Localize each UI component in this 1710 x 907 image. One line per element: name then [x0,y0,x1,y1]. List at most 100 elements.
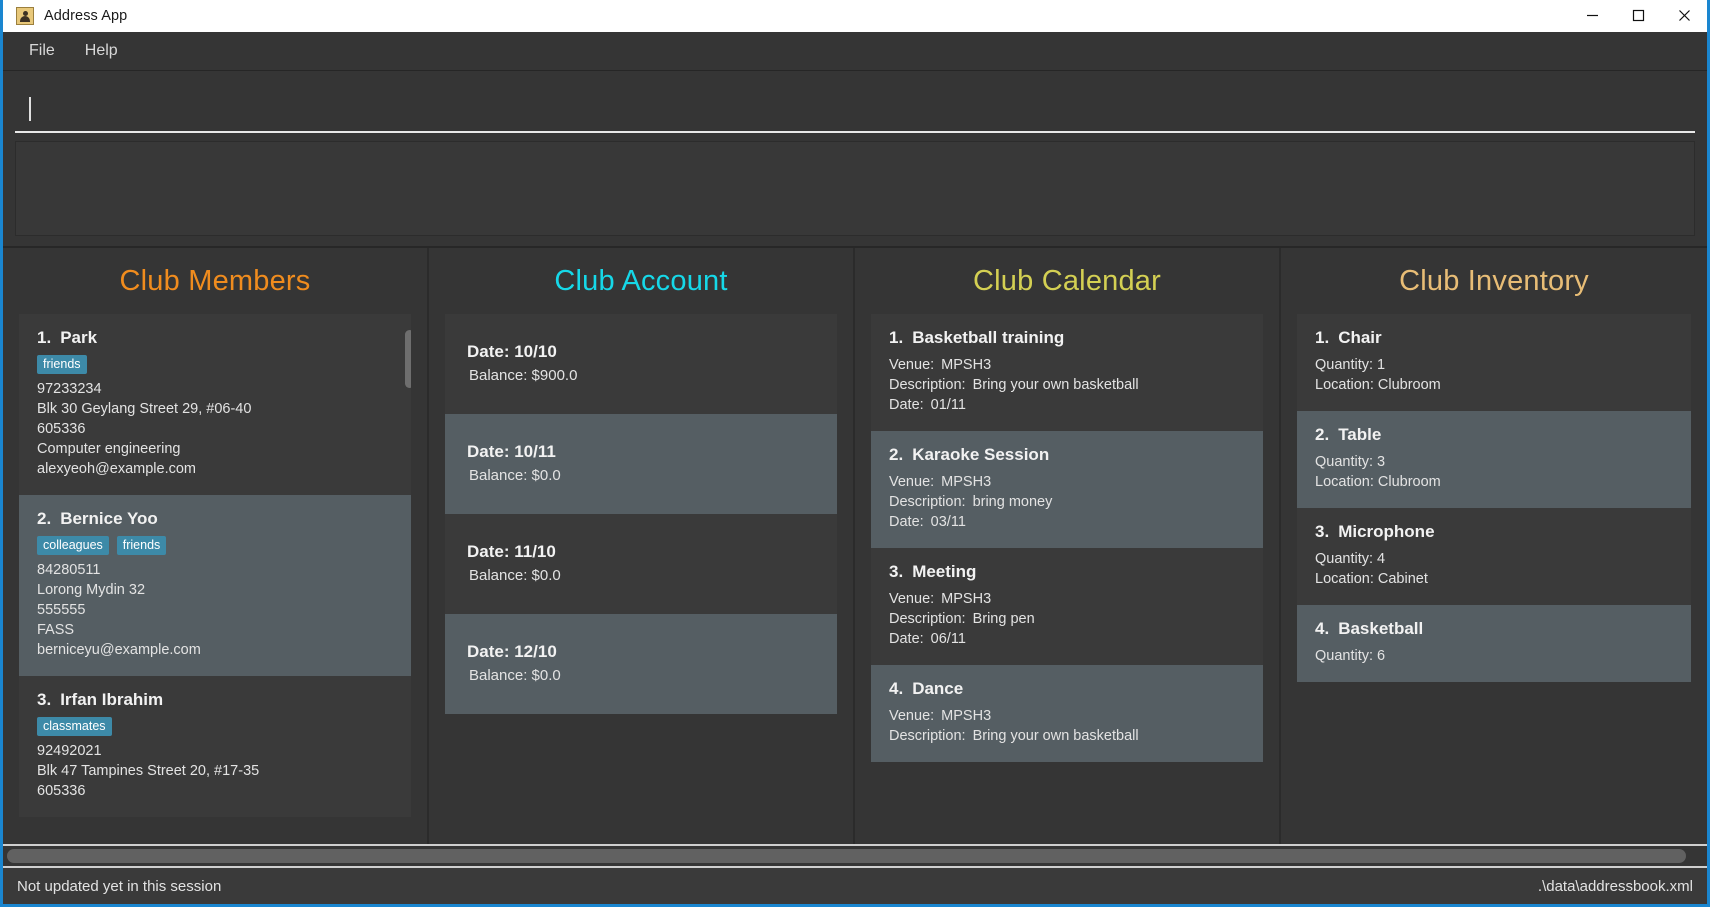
event-venue-value: MPSH3 [941,708,992,724]
list-item[interactable]: Date: 12/10 Balance: $0.0 [445,614,837,714]
maximize-icon[interactable] [1615,0,1661,32]
result-display-container [3,133,1707,246]
account-balance: Balance: $0.0 [469,567,561,584]
item-name-row: 4. Basketball [1315,619,1673,639]
event-venue-label: Venue: [889,591,935,607]
list-item[interactable]: 2. Table Quantity: 3 Location: Clubroom [1297,411,1691,508]
member-name-row: 3. Irfan Ibrahim [37,690,393,710]
list-item[interactable]: Date: 10/11 Balance: $0.0 [445,414,837,514]
command-input[interactable] [15,87,1695,133]
list-item[interactable]: 1. Basketball training Venue: MPSH3 Descri… [871,314,1263,431]
panel-club-inventory: Club Inventory 1. Chair Quantity: 1 Locat… [1281,248,1707,844]
panel-title-club-account: Club Account [554,265,728,297]
event-venue-label: Venue: [889,474,935,490]
panel-club-members: Club Members 1. Park friends 97233234 Blk… [3,248,429,844]
member-tags: colleagues friends [37,536,393,555]
item-quantity: Quantity: 3 [1315,454,1386,470]
event-date: Date: 03/11 [889,512,1245,532]
member-list[interactable]: 1. Park friends 97233234 Blk 30 Geylang S… [19,314,411,844]
event-name: Dance [912,679,964,698]
event-date-value: 03/11 [930,514,966,530]
list-item[interactable]: 2. Bernice Yoo colleagues friends 8428051… [19,495,411,676]
member-list-scrollbar[interactable] [403,314,411,844]
horizontal-scrollbar[interactable] [3,844,1707,866]
list-item[interactable]: 3. Meeting Venue: MPSH3 Description: Bring … [871,548,1263,665]
member-tags: friends [37,355,393,374]
event-venue: Venue: MPSH3 [889,472,1245,492]
panels-row: Club Members 1. Park friends 97233234 Blk… [3,246,1707,844]
event-index: 2. [889,445,904,464]
scrollbar-thumb[interactable] [405,329,411,389]
event-name-row: 4. Dance [889,679,1245,699]
account-date: Date: 10/11 [467,442,556,461]
save-location: .\data\addressbook.xml [1537,877,1693,895]
event-description: Description: Bring your own basketball [889,375,1245,395]
event-index: 4. [889,679,904,698]
title-bar: Address App [3,0,1707,32]
event-date-value: 06/11 [930,631,966,647]
tag-badge: friends [37,355,87,374]
event-date: Date: 01/11 [889,395,1245,415]
account-date: Date: 12/10 [467,642,557,661]
event-venue: Venue: MPSH3 [889,706,1245,726]
event-list[interactable]: 1. Basketball training Venue: MPSH3 Descri… [871,314,1263,844]
event-venue-value: MPSH3 [941,591,992,607]
event-description-label: Description: [889,494,966,510]
event-name: Basketball training [912,328,1065,347]
panel-title-club-calendar: Club Calendar [973,265,1161,297]
member-index: 1. [37,328,52,347]
person-card-icon [16,6,34,25]
member-index: 3. [37,690,52,709]
member-name: Irfan Ibrahim [60,690,164,709]
member-name: Park [60,328,98,347]
menu-item-file[interactable]: File [17,38,67,64]
item-location: Location: Cabinet [1315,571,1428,587]
member-address: Blk 30 Geylang Street 29, #06-40 [37,401,252,417]
member-phone: 92492021 [37,743,102,759]
list-item[interactable]: 4. Basketball Quantity: 6 [1297,605,1691,682]
member-address: Blk 47 Tampines Street 20, #17-35 [37,763,260,779]
event-name-row: 2. Karaoke Session [889,445,1245,465]
panel-title-club-members: Club Members [119,265,311,297]
status-bar: Not updated yet in this session .\data\a… [3,866,1707,904]
account-balance: Balance: $0.0 [469,467,561,484]
event-description: Description: Bring pen [889,609,1245,629]
window-controls [1569,0,1707,32]
item-index: 4. [1315,619,1330,638]
item-index: 3. [1315,522,1330,541]
tag-badge: friends [116,536,167,555]
event-date-label: Date: [889,631,924,647]
item-name-row: 3. Microphone [1315,522,1673,542]
list-item[interactable]: 3. Microphone Quantity: 4 Location: Cabin… [1297,508,1691,605]
list-item[interactable]: Date: 11/10 Balance: $0.0 [445,514,837,614]
list-item[interactable]: Date: 10/10 Balance: $900.0 [445,314,837,414]
event-description: Description: Bring your own basketball [889,726,1245,746]
account-balance: Balance: $0.0 [469,667,561,684]
member-email: alexyeoh@example.com [37,461,196,477]
result-display[interactable] [15,141,1695,236]
event-index: 3. [889,562,904,581]
member-postal: 605336 [37,783,86,799]
member-name: Bernice Yoo [60,509,158,528]
list-item[interactable]: 1. Park friends 97233234 Blk 30 Geylang S… [19,314,411,495]
inventory-list[interactable]: 1. Chair Quantity: 1 Location: Clubroom 2… [1297,314,1691,844]
list-item[interactable]: 4. Dance Venue: MPSH3 Description: Bring yo… [871,665,1263,762]
list-item[interactable]: 3. Irfan Ibrahim classmates 92492021 Blk … [19,676,411,817]
event-date: Date: 06/11 [889,629,1245,649]
minimize-icon[interactable] [1569,0,1615,32]
account-list[interactable]: Date: 10/10 Balance: $900.0 Date: 10/11 … [445,314,837,844]
member-address: Lorong Mydin 32 [37,582,146,598]
event-description-value: Bring your own basketball [972,377,1139,393]
item-location: Location: Clubroom [1315,474,1441,490]
item-quantity: Quantity: 1 [1315,357,1386,373]
menu-item-help[interactable]: Help [73,38,130,64]
member-postal: 605336 [37,421,86,437]
list-item[interactable]: 1. Chair Quantity: 1 Location: Clubroom [1297,314,1691,411]
list-item[interactable]: 2. Karaoke Session Venue: MPSH3 Descriptio… [871,431,1263,548]
panel-club-account: Club Account Date: 10/10 Balance: $900.0… [429,248,855,844]
scrollbar-thumb[interactable] [7,849,1687,863]
item-quantity: Quantity: 4 [1315,551,1386,567]
close-icon[interactable] [1661,0,1707,32]
item-quantity: Quantity: 6 [1315,648,1386,664]
tag-badge: classmates [37,717,112,736]
